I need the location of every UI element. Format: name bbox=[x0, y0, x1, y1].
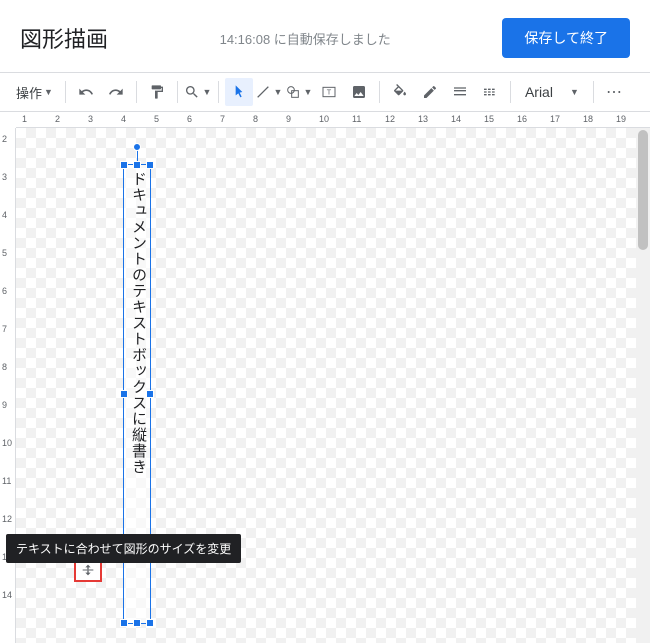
resize-handle-mb[interactable] bbox=[133, 619, 141, 627]
more-button[interactable]: ⋯ bbox=[600, 78, 628, 106]
rotate-handle[interactable] bbox=[133, 143, 141, 151]
resize-handle-ml[interactable] bbox=[120, 390, 128, 398]
autosave-status: 14:16:08 に自動保存しました bbox=[108, 29, 502, 48]
vertical-scrollbar[interactable] bbox=[636, 128, 650, 643]
redo-button[interactable] bbox=[102, 78, 130, 106]
tooltip: テキストに合わせて図形のサイズを変更 bbox=[6, 534, 241, 563]
undo-button[interactable] bbox=[72, 78, 100, 106]
resize-handle-tl[interactable] bbox=[120, 161, 128, 169]
fill-color-button[interactable] bbox=[386, 78, 414, 106]
dialog-title: 図形描画 bbox=[20, 22, 108, 54]
textbox-tool[interactable]: T bbox=[315, 78, 343, 106]
drawing-canvas[interactable]: ドキュメントのテキストボックスに縦書き bbox=[16, 128, 636, 643]
save-and-close-button[interactable]: 保存して終了 bbox=[502, 18, 630, 58]
font-family-select[interactable]: Arial▼ bbox=[517, 84, 587, 100]
border-color-button[interactable] bbox=[416, 78, 444, 106]
shape-tool[interactable]: ▼ bbox=[285, 78, 313, 106]
resize-handle-tr[interactable] bbox=[146, 161, 154, 169]
ruler-horizontal: 12345678910111213141516171819 bbox=[16, 112, 650, 128]
image-tool[interactable] bbox=[345, 78, 373, 106]
paint-format-button[interactable] bbox=[143, 78, 171, 106]
resize-handle-br[interactable] bbox=[146, 619, 154, 627]
svg-text:T: T bbox=[327, 88, 332, 97]
line-tool[interactable]: ▼ bbox=[255, 78, 283, 106]
border-weight-button[interactable] bbox=[446, 78, 474, 106]
toolbar: 操作▼ ▼ ▼ ▼ T Arial▼ ⋯ bbox=[0, 72, 650, 112]
actions-menu[interactable]: 操作▼ bbox=[10, 78, 59, 106]
ruler-vertical: 234567891011121314 bbox=[0, 128, 16, 643]
resize-handle-mt[interactable] bbox=[133, 161, 141, 169]
resize-handle-bl[interactable] bbox=[120, 619, 128, 627]
resize-handle-mr[interactable] bbox=[146, 390, 154, 398]
border-dash-button[interactable] bbox=[476, 78, 504, 106]
zoom-menu[interactable]: ▼ bbox=[184, 78, 212, 106]
select-tool[interactable] bbox=[225, 78, 253, 106]
